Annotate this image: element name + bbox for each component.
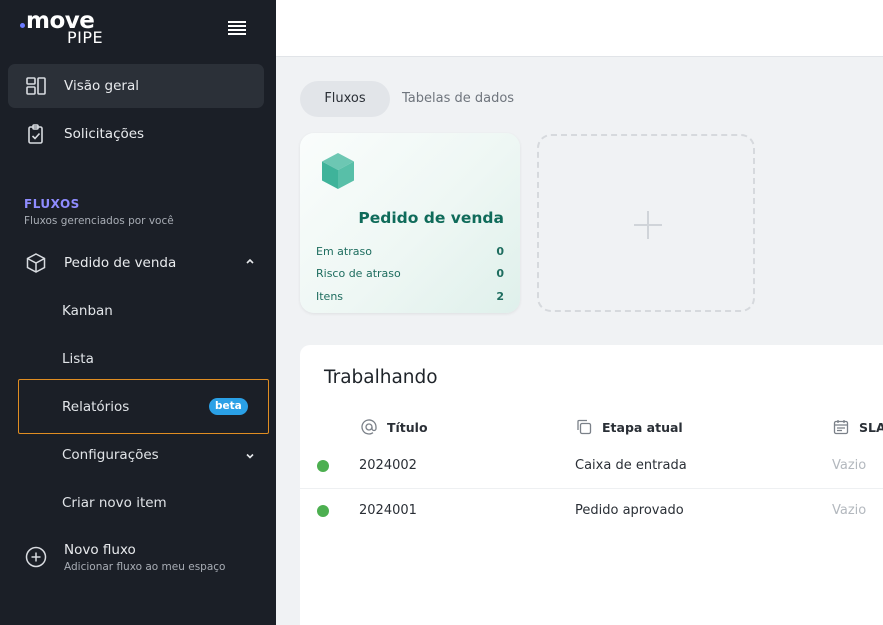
cell-sla: Vazio: [832, 503, 867, 518]
add-flow-card[interactable]: [537, 134, 755, 312]
cube-icon: [322, 153, 354, 189]
calendar-icon: [833, 420, 849, 435]
stat-risco-de-atraso: Risco de atraso 0: [316, 267, 504, 280]
column-header-sla[interactable]: SLA: [832, 418, 883, 436]
stat-value: 2: [496, 290, 504, 303]
stat-label: Risco de atraso: [316, 267, 401, 280]
at-sign-icon: [361, 419, 377, 435]
new-flow-button[interactable]: Novo fluxo Adicionar fluxo ao meu espaço: [24, 542, 225, 573]
cell-sla: Vazio: [832, 458, 867, 473]
panel-title: Trabalhando: [324, 367, 438, 388]
stat-itens: Itens 2: [316, 290, 504, 303]
app-logo[interactable]: move PIPE: [20, 10, 103, 46]
nav-item-label: Visão geral: [64, 78, 139, 94]
flow-pedido-de-venda[interactable]: Pedido de venda: [8, 242, 264, 284]
logo-sub: PIPE: [67, 28, 104, 47]
cell-etapa: Caixa de entrada: [575, 458, 687, 473]
sidebar-item-criar-novo-item[interactable]: Criar novo item: [62, 495, 167, 511]
column-label: SLA: [859, 419, 883, 435]
sidebar-item-lista[interactable]: Lista: [62, 351, 94, 367]
nav-item-visao-geral[interactable]: Visão geral: [8, 64, 264, 108]
status-dot: [317, 460, 329, 472]
flow-card-title: Pedido de venda: [358, 209, 504, 227]
nav-item-label: Solicitações: [64, 126, 145, 142]
plus-circle-icon: [25, 546, 47, 568]
tab-fluxos[interactable]: Fluxos: [300, 81, 390, 117]
cell-titulo: 2024002: [359, 458, 417, 473]
plus-icon: [634, 211, 662, 239]
stat-value: 0: [496, 267, 504, 280]
hamburger-menu-icon[interactable]: [228, 21, 246, 35]
table-row[interactable]: 2024002 Caixa de entrada Vazio: [300, 444, 883, 489]
section-subtitle: Fluxos gerenciados por você: [24, 215, 174, 227]
stat-label: Em atraso: [316, 245, 372, 258]
sidebar-item-label: Relatórios: [62, 399, 130, 415]
sidebar-item-kanban[interactable]: Kanban: [62, 303, 113, 319]
chevron-up-icon[interactable]: [244, 255, 256, 267]
dashboard-icon: [24, 74, 48, 98]
logo-dot: [20, 23, 25, 28]
flow-card-pedido-de-venda[interactable]: Pedido de venda Em atraso 0 Risco de atr…: [300, 133, 520, 313]
copy-icon: [577, 419, 592, 435]
cube-icon: [24, 251, 48, 275]
nav-item-solicitacoes[interactable]: Solicitações: [8, 112, 264, 156]
cell-etapa: Pedido aprovado: [575, 503, 684, 518]
stat-em-atraso: Em atraso 0: [316, 245, 504, 258]
clipboard-check-icon: [24, 122, 48, 146]
chevron-down-icon[interactable]: [244, 450, 256, 462]
cell-titulo: 2024001: [359, 503, 417, 518]
new-flow-subtitle: Adicionar fluxo ao meu espaço: [64, 561, 226, 573]
working-panel: Trabalhando Título Etapa atual SLA 20240…: [300, 345, 883, 625]
table-row[interactable]: 2024001 Pedido aprovado Vazio: [300, 489, 883, 534]
status-dot: [317, 505, 329, 517]
column-label: Etapa atual: [602, 419, 683, 435]
sidebar: move PIPE Visão geral Solicitações FLUXO…: [0, 0, 276, 625]
new-flow-title: Novo fluxo: [64, 542, 136, 558]
sidebar-item-configuracoes[interactable]: Configurações: [62, 447, 159, 463]
stat-label: Itens: [316, 290, 344, 303]
column-label: Título: [387, 419, 428, 435]
stat-value: 0: [496, 245, 504, 258]
column-header-etapa-atual[interactable]: Etapa atual: [575, 418, 683, 436]
beta-badge: beta: [209, 398, 248, 415]
flow-label: Pedido de venda: [64, 255, 177, 271]
section-title: FLUXOS: [24, 197, 80, 211]
tab-tabelas-de-dados[interactable]: Tabelas de dados: [402, 81, 514, 117]
top-header: [276, 0, 883, 57]
column-header-titulo[interactable]: Título: [360, 418, 428, 436]
sidebar-item-relatorios[interactable]: Relatórios beta: [18, 379, 269, 434]
